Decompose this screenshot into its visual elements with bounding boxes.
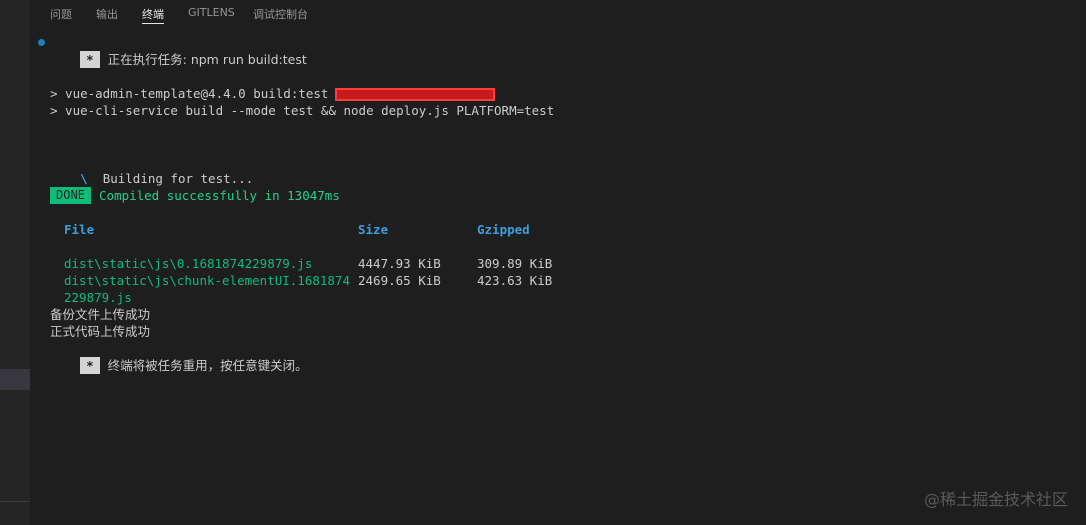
command-line-1: > vue-admin-template@4.4.0 build:test D:… bbox=[50, 86, 359, 101]
spinner-glyph: \ bbox=[80, 171, 88, 186]
star-badge: * bbox=[80, 51, 100, 68]
file-row-1-size: 4447.93 KiB bbox=[358, 256, 441, 271]
file-row-1-name: dist\static\js\0.1681874229879.js bbox=[64, 256, 313, 271]
column-header-file: File bbox=[64, 222, 95, 237]
task-running-line: * 正在执行任务: npm run build:test bbox=[50, 34, 307, 85]
star-badge: * bbox=[80, 357, 100, 374]
backup-upload-message: 备份文件上传成功 bbox=[50, 307, 151, 322]
file-row-1-gzipped: 309.89 KiB bbox=[477, 256, 553, 271]
redaction-mark bbox=[335, 88, 495, 101]
file-row-2-gzipped: 423.63 KiB bbox=[477, 273, 553, 288]
file-row-2-size: 2469.65 KiB bbox=[358, 273, 441, 288]
task-status-dot bbox=[38, 39, 45, 46]
file-row-2-name-cont: 229879.js bbox=[64, 290, 132, 305]
task-reuse-line: * 终端将被任务重用，按任意键关闭。 bbox=[50, 340, 308, 391]
command-line-2: > vue-cli-service build --mode test && n… bbox=[50, 103, 555, 118]
compiled-message: Compiled successfully in 13047ms bbox=[99, 188, 340, 203]
column-header-gzipped: Gzipped bbox=[477, 222, 530, 237]
terminal-output[interactable]: * 正在执行任务: npm run build:test > vue-admin-… bbox=[0, 0, 1086, 525]
done-badge: DONE bbox=[50, 187, 91, 204]
watermark: @稀土掘金技术社区 bbox=[923, 490, 1068, 509]
prod-upload-message: 正式代码上传成功 bbox=[50, 324, 151, 339]
column-header-size: Size bbox=[358, 222, 389, 237]
file-row-2-name: dist\static\js\chunk-elementUI.1681874 bbox=[64, 273, 350, 288]
